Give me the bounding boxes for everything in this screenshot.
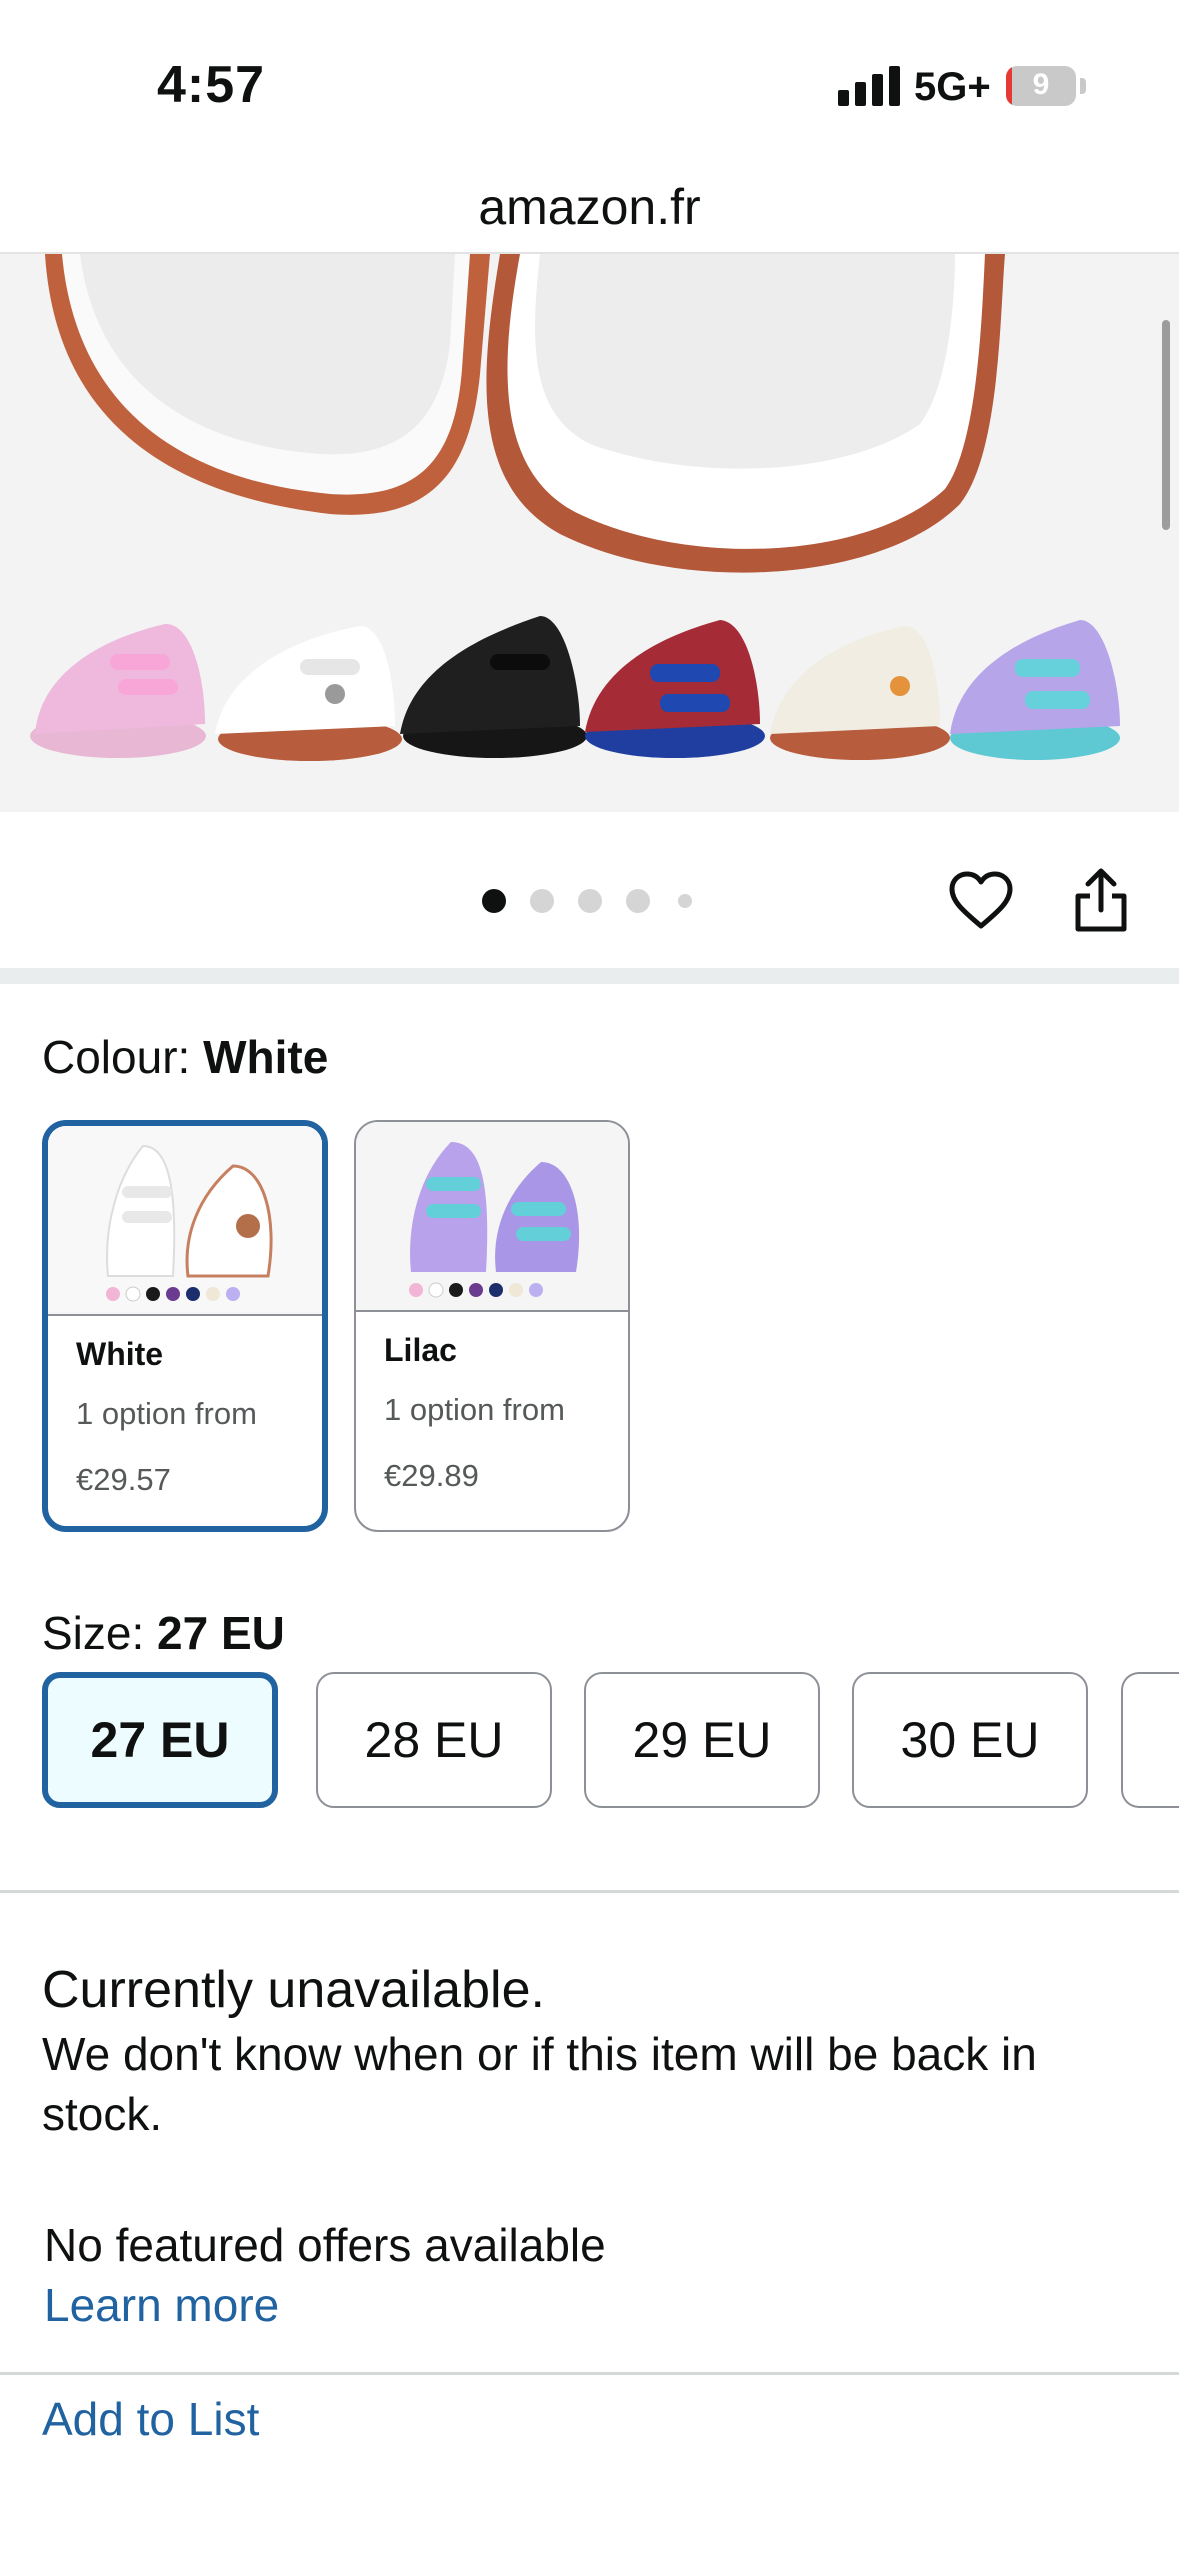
status-time: 4:57 (157, 56, 266, 114)
product-image (0, 254, 1179, 812)
size-selected-value: 27 EU (157, 1607, 285, 1659)
colour-option-availability: 1 option from (76, 1396, 257, 1431)
no-offers-text: No featured offers available (44, 2219, 606, 2271)
size-label: Size: 27 EU (42, 1606, 285, 1660)
section-divider (0, 1890, 1179, 1893)
battery-level: 9 (1032, 68, 1050, 101)
colour-option-price: €29.57 (76, 1462, 171, 1497)
pagination-dot-active[interactable] (482, 889, 506, 913)
learn-more-link[interactable]: Learn more (44, 2278, 279, 2332)
add-to-list-link[interactable]: Add to List (42, 2392, 259, 2446)
availability-status: Currently unavailable. (42, 1961, 545, 2019)
colour-option-white[interactable]: White 1 option from €29.57 (42, 1120, 328, 1532)
colour-option-thumbnail (356, 1122, 628, 1312)
colour-option-name: White (76, 1336, 164, 1372)
colour-option-lilac[interactable]: Lilac 1 option from €29.89 (354, 1120, 630, 1532)
colour-option-price: €29.89 (384, 1458, 479, 1493)
heart-icon[interactable] (948, 870, 1014, 932)
lilac-shoe-thumbnail (356, 1122, 628, 1308)
section-divider (0, 2372, 1179, 2375)
availability-message: We don't know when or if this item will … (42, 2028, 1037, 2140)
product-image-gallery[interactable] (0, 254, 1179, 812)
battery-tip (1080, 78, 1086, 94)
colour-label: Colour: White (42, 1030, 328, 1084)
battery-icon: 9 (1006, 66, 1076, 106)
section-divider (0, 968, 1179, 984)
size-option-more[interactable] (1121, 1672, 1179, 1808)
size-option-28[interactable]: 28 EU (316, 1672, 552, 1808)
pagination-dot[interactable] (626, 889, 650, 913)
colour-selected-value: White (203, 1031, 329, 1083)
pagination-dot[interactable] (578, 889, 602, 913)
pagination-dot[interactable] (678, 894, 692, 908)
size-option-27[interactable]: 27 EU (42, 1672, 278, 1808)
network-type: 5G+ (914, 65, 991, 109)
size-label-prefix: Size: (42, 1607, 145, 1659)
share-icon[interactable] (1072, 866, 1130, 934)
signal-icon (838, 66, 900, 106)
page-scrollbar[interactable] (1162, 320, 1170, 530)
status-bar: 4:57 5G+ 9 (0, 0, 1179, 160)
white-shoe-thumbnail (48, 1126, 322, 1312)
size-option-29[interactable]: 29 EU (584, 1672, 820, 1808)
pagination-dot[interactable] (530, 889, 554, 913)
colour-option-availability: 1 option from (384, 1392, 565, 1427)
url-bar[interactable]: amazon.fr (0, 160, 1179, 254)
size-option-30[interactable]: 30 EU (852, 1672, 1088, 1808)
colour-label-prefix: Colour: (42, 1031, 191, 1083)
colour-option-thumbnail (48, 1126, 322, 1316)
colour-option-name: Lilac (384, 1332, 457, 1368)
